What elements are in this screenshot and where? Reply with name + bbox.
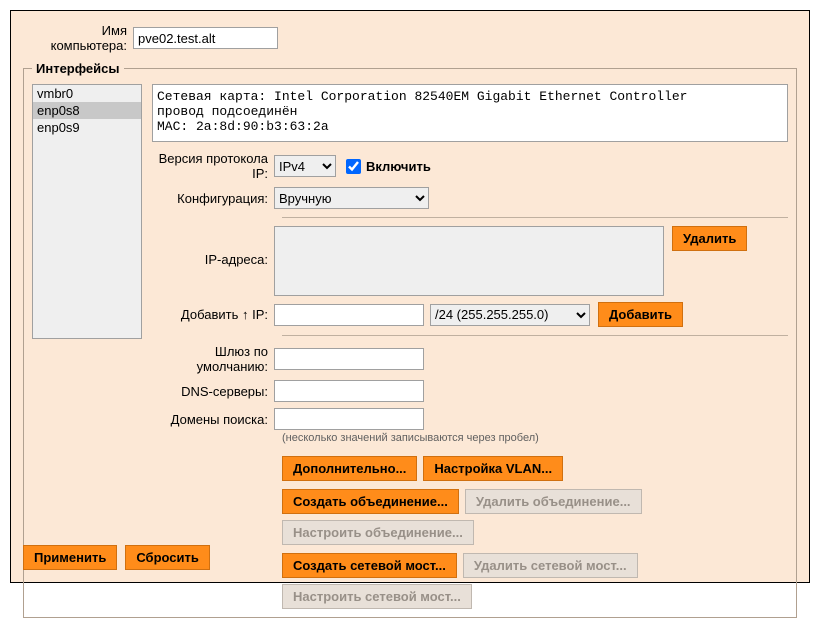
- enable-checkbox[interactable]: [346, 159, 361, 174]
- reset-button[interactable]: Сбросить: [125, 545, 210, 570]
- multi-value-hint: (несколько значений записываются через п…: [282, 432, 788, 444]
- create-bridge-button[interactable]: Создать сетевой мост...: [282, 553, 457, 578]
- dns-label: DNS-серверы:: [152, 384, 274, 399]
- interface-item[interactable]: enp0s8: [33, 102, 141, 119]
- advanced-button[interactable]: Дополнительно...: [282, 456, 417, 481]
- hostname-label: Имя компьютера:: [23, 23, 133, 53]
- apply-button[interactable]: Применить: [23, 545, 117, 570]
- search-label: Домены поиска:: [152, 412, 274, 427]
- enable-label: Включить: [366, 159, 431, 174]
- add-ip-input[interactable]: [274, 304, 424, 326]
- delete-ip-button[interactable]: Удалить: [672, 226, 747, 251]
- config-label: Конфигурация:: [152, 191, 274, 206]
- hostname-input[interactable]: [133, 27, 278, 49]
- ip-version-label: Версия протокола IP:: [152, 151, 274, 181]
- ip-addresses-label: IP-адреса:: [152, 226, 274, 267]
- interface-item[interactable]: enp0s9: [33, 119, 141, 136]
- search-input[interactable]: [274, 408, 424, 430]
- interfaces-legend: Интерфейсы: [32, 61, 124, 76]
- config-bridge-button: Настроить сетевой мост...: [282, 584, 472, 609]
- config-bond-button: Настроить объединение...: [282, 520, 474, 545]
- dns-input[interactable]: [274, 380, 424, 402]
- ip-version-select[interactable]: IPv4: [274, 155, 336, 177]
- netmask-select[interactable]: /24 (255.255.255.0): [430, 304, 590, 326]
- network-config-panel: Имя компьютера: Интерфейсы vmbr0enp0s8en…: [10, 10, 810, 583]
- delete-bridge-button: Удалить сетевой мост...: [463, 553, 638, 578]
- add-ip-button[interactable]: Добавить: [598, 302, 683, 327]
- gateway-label: Шлюз по умолчанию:: [152, 344, 274, 374]
- create-bond-button[interactable]: Создать объединение...: [282, 489, 459, 514]
- vlan-button[interactable]: Настройка VLAN...: [423, 456, 563, 481]
- add-ip-label: Добавить ↑ IP:: [152, 307, 274, 322]
- interface-info: Сетевая карта: Intel Corporation 82540EM…: [152, 84, 788, 142]
- interface-list[interactable]: vmbr0enp0s8enp0s9: [32, 84, 142, 339]
- delete-bond-button: Удалить объединение...: [465, 489, 642, 514]
- ip-addresses-list[interactable]: [274, 226, 664, 296]
- interfaces-fieldset: Интерфейсы vmbr0enp0s8enp0s9 Сетевая кар…: [23, 61, 797, 618]
- config-select[interactable]: Вручную: [274, 187, 429, 209]
- gateway-input[interactable]: [274, 348, 424, 370]
- interface-item[interactable]: vmbr0: [33, 85, 141, 102]
